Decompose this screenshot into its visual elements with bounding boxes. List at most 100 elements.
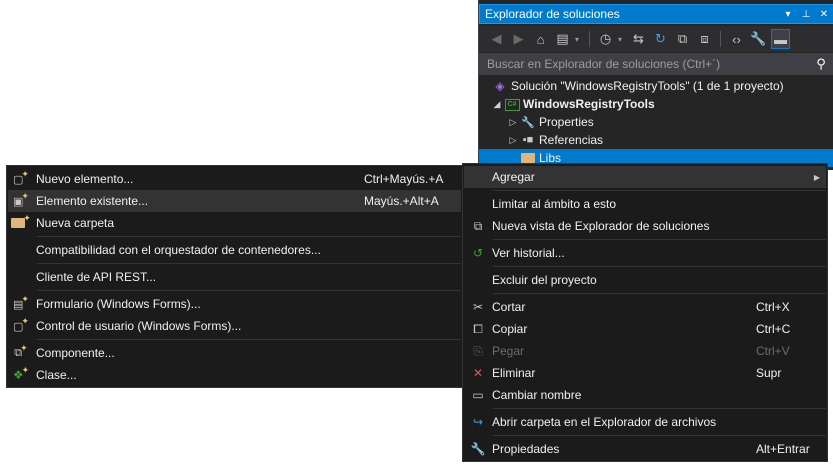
solution-explorer-panel: Explorador de soluciones ▾ ⊥ ✕ ◀ ▶ ⌂ ▤ ▾… [478, 0, 833, 170]
view-code-icon[interactable]: ‹› [727, 29, 746, 49]
tree-item-project[interactable]: ◢ C# WindowsRegistryTools [479, 95, 833, 113]
menu-separator [493, 293, 826, 294]
menu-item-label: Pegar [492, 344, 525, 358]
menu-item-abrir-carpeta[interactable]: ↪ Abrir carpeta en el Explorador de arch… [464, 411, 826, 433]
menu-item-label: Compatibilidad con el orquestador de con… [36, 243, 321, 257]
menu-item-label: Agregar [492, 170, 535, 184]
add-submenu: ▢ ✦ Nuevo elemento... Ctrl+Mayús.+A ▣ ✦ El… [6, 165, 463, 388]
chevron-down-icon[interactable]: ▾ [575, 35, 583, 44]
solution-icon: ◈ [495, 79, 505, 93]
toolbar-separator [589, 31, 590, 47]
collapse-all-icon[interactable]: ⧉ [673, 29, 692, 49]
menu-item-elemento-existente[interactable]: ▣ ✦ Elemento existente... Mayús.+Alt+A [8, 190, 461, 212]
solution-explorer-toolbar: ◀ ▶ ⌂ ▤ ▾ ◷ ▾ ⇆ ↻ ⧉ ⧈ ‹› 🔧 ▬ [479, 26, 833, 52]
menu-item-label: Cliente de API REST... [36, 270, 157, 284]
menu-item-cortar[interactable]: ✂ Cortar Ctrl+X [464, 296, 826, 318]
menu-item-nueva-carpeta[interactable]: ✦ Nueva carpeta [8, 212, 461, 234]
close-icon[interactable]: ✕ [815, 9, 833, 20]
menu-item-excluir[interactable]: Excluir del proyecto [464, 269, 826, 291]
menu-item-label: Componente... [36, 346, 115, 360]
back-icon[interactable]: ◀ [487, 29, 506, 49]
menu-separator [37, 290, 461, 291]
class-icon: ❖ ✦ [12, 364, 30, 383]
windows-form-icon: ▤ ✦ [13, 293, 29, 311]
refresh-icon[interactable]: ↻ [651, 29, 670, 49]
menu-item-orquestador-contenedores[interactable]: Compatibilidad con el orquestador de con… [8, 239, 461, 261]
menu-item-label: Eliminar [492, 366, 536, 380]
menu-separator [493, 266, 826, 267]
menu-item-label: Copiar [492, 322, 528, 336]
menu-item-nueva-vista[interactable]: ⧉ Nueva vista de Explorador de solucione… [464, 215, 826, 237]
menu-item-label: Abrir carpeta en el Explorador de archiv… [492, 415, 717, 429]
delete-icon: ✕ [472, 366, 484, 380]
menu-item-shortcut: Ctrl+X [756, 300, 790, 314]
panel-title: Explorador de soluciones [485, 7, 620, 21]
menu-item-cambiar-nombre[interactable]: ▭ Cambiar nombre [464, 384, 826, 406]
tree-item-label: Properties [539, 115, 594, 129]
forward-icon[interactable]: ▶ [509, 29, 528, 49]
menu-item-nuevo-elemento[interactable]: ▢ ✦ Nuevo elemento... Ctrl+Mayús.+A [8, 168, 461, 190]
search-input[interactable]: Buscar en Explorador de soluciones (Ctrl… [487, 57, 808, 71]
menu-item-shortcut: Ctrl+C [756, 322, 791, 336]
solution-explorer-search[interactable]: Buscar en Explorador de soluciones (Ctrl… [479, 53, 833, 75]
solution-explorer-titlebar: Explorador de soluciones ▾ ⊥ ✕ [479, 4, 833, 24]
menu-item-control-usuario[interactable]: ▢ ✦ Control de usuario (Windows Forms)... [8, 315, 461, 337]
pending-changes-filter-icon[interactable]: ◷ [596, 29, 615, 49]
scissors-icon: ✂ [472, 300, 484, 314]
menu-item-limitar-ambito[interactable]: Limitar al ámbito a esto [464, 193, 826, 215]
tree-item-label: Solución "WindowsRegistryTools" (1 de 1 … [511, 79, 784, 93]
tree-item-references[interactable]: ▷ ▪■ Referencias [479, 131, 833, 149]
menu-item-label: Excluir del proyecto [492, 273, 597, 287]
menu-item-copiar[interactable]: ⧠ Copiar Ctrl+C [464, 318, 826, 340]
menu-item-cliente-api-rest[interactable]: Cliente de API REST... [8, 266, 461, 288]
expanded-arrow-icon[interactable]: ◢ [491, 99, 503, 110]
tree-item-solution[interactable]: ◈ Solución "WindowsRegistryTools" (1 de … [479, 77, 833, 95]
paste-icon: ⎘ [473, 343, 483, 358]
wrench-icon: 🔧 [470, 442, 486, 456]
menu-separator [37, 263, 461, 264]
menu-item-clase[interactable]: ❖ ✦ Clase... [8, 364, 461, 386]
collapsed-arrow-icon[interactable]: ▷ [507, 117, 519, 128]
menu-item-ver-historial[interactable]: ↺ Ver historial... [464, 242, 826, 264]
menu-item-agregar[interactable]: Agregar ▶ [464, 166, 826, 188]
menu-separator [493, 239, 826, 240]
tree-item-properties[interactable]: ▷ 🔧 Properties [479, 113, 833, 131]
menu-separator [493, 435, 826, 436]
home-icon[interactable]: ⌂ [531, 29, 550, 49]
menu-item-pegar: ⎘ Pegar Ctrl+V [464, 340, 826, 362]
menu-item-label: Nueva carpeta [36, 216, 115, 230]
copy-icon: ⧠ [473, 321, 483, 336]
csharp-project-icon: C# [503, 97, 521, 111]
references-icon: ▪■ [522, 134, 534, 146]
menu-item-label: Propiedades [492, 442, 560, 456]
menu-item-label: Ver historial... [492, 246, 565, 260]
menu-item-label: Control de usuario (Windows Forms)... [36, 319, 242, 333]
switch-views-icon[interactable]: ▤ [553, 29, 572, 49]
properties-wrench-icon[interactable]: 🔧 [749, 29, 768, 49]
preview-selected-items-icon[interactable]: ▬ [771, 29, 790, 49]
menu-item-propiedades[interactable]: 🔧 Propiedades Alt+Entrar [464, 438, 826, 460]
tree-item-label: Referencias [539, 133, 604, 147]
collapsed-arrow-icon[interactable]: ▷ [507, 135, 519, 146]
rename-icon: ▭ [472, 388, 484, 402]
menu-item-componente[interactable]: ⧉ ✦ Componente... [8, 342, 461, 364]
pin-icon[interactable]: ⊥ [797, 9, 815, 20]
menu-item-label: Cambiar nombre [492, 388, 582, 402]
menu-item-label: Clase... [36, 368, 77, 382]
menu-separator [37, 339, 461, 340]
chevron-down-icon[interactable]: ▾ [618, 35, 626, 44]
sync-with-active-document-icon[interactable]: ⇆ [629, 29, 648, 49]
menu-item-label: Elemento existente... [36, 194, 149, 208]
menu-item-formulario-windows-forms[interactable]: ▤ ✦ Formulario (Windows Forms)... [8, 293, 461, 315]
menu-item-shortcut: Ctrl+Mayús.+A [364, 172, 444, 186]
search-icon[interactable]: ⚲ [808, 56, 833, 72]
menu-item-eliminar[interactable]: ✕ Eliminar Supr [464, 362, 826, 384]
window-position-dropdown[interactable]: ▾ [779, 9, 797, 20]
show-all-files-icon[interactable]: ⧈ [695, 29, 714, 49]
menu-item-shortcut: Supr [756, 366, 782, 380]
context-menu: Agregar ▶ Limitar al ámbito a esto ⧉ Nue… [462, 163, 828, 462]
user-control-icon: ▢ ✦ [13, 315, 29, 333]
component-icon: ⧉ ✦ [14, 342, 28, 359]
menu-item-shortcut: Alt+Entrar [756, 442, 810, 456]
menu-item-label: Nueva vista de Explorador de soluciones [492, 219, 710, 233]
